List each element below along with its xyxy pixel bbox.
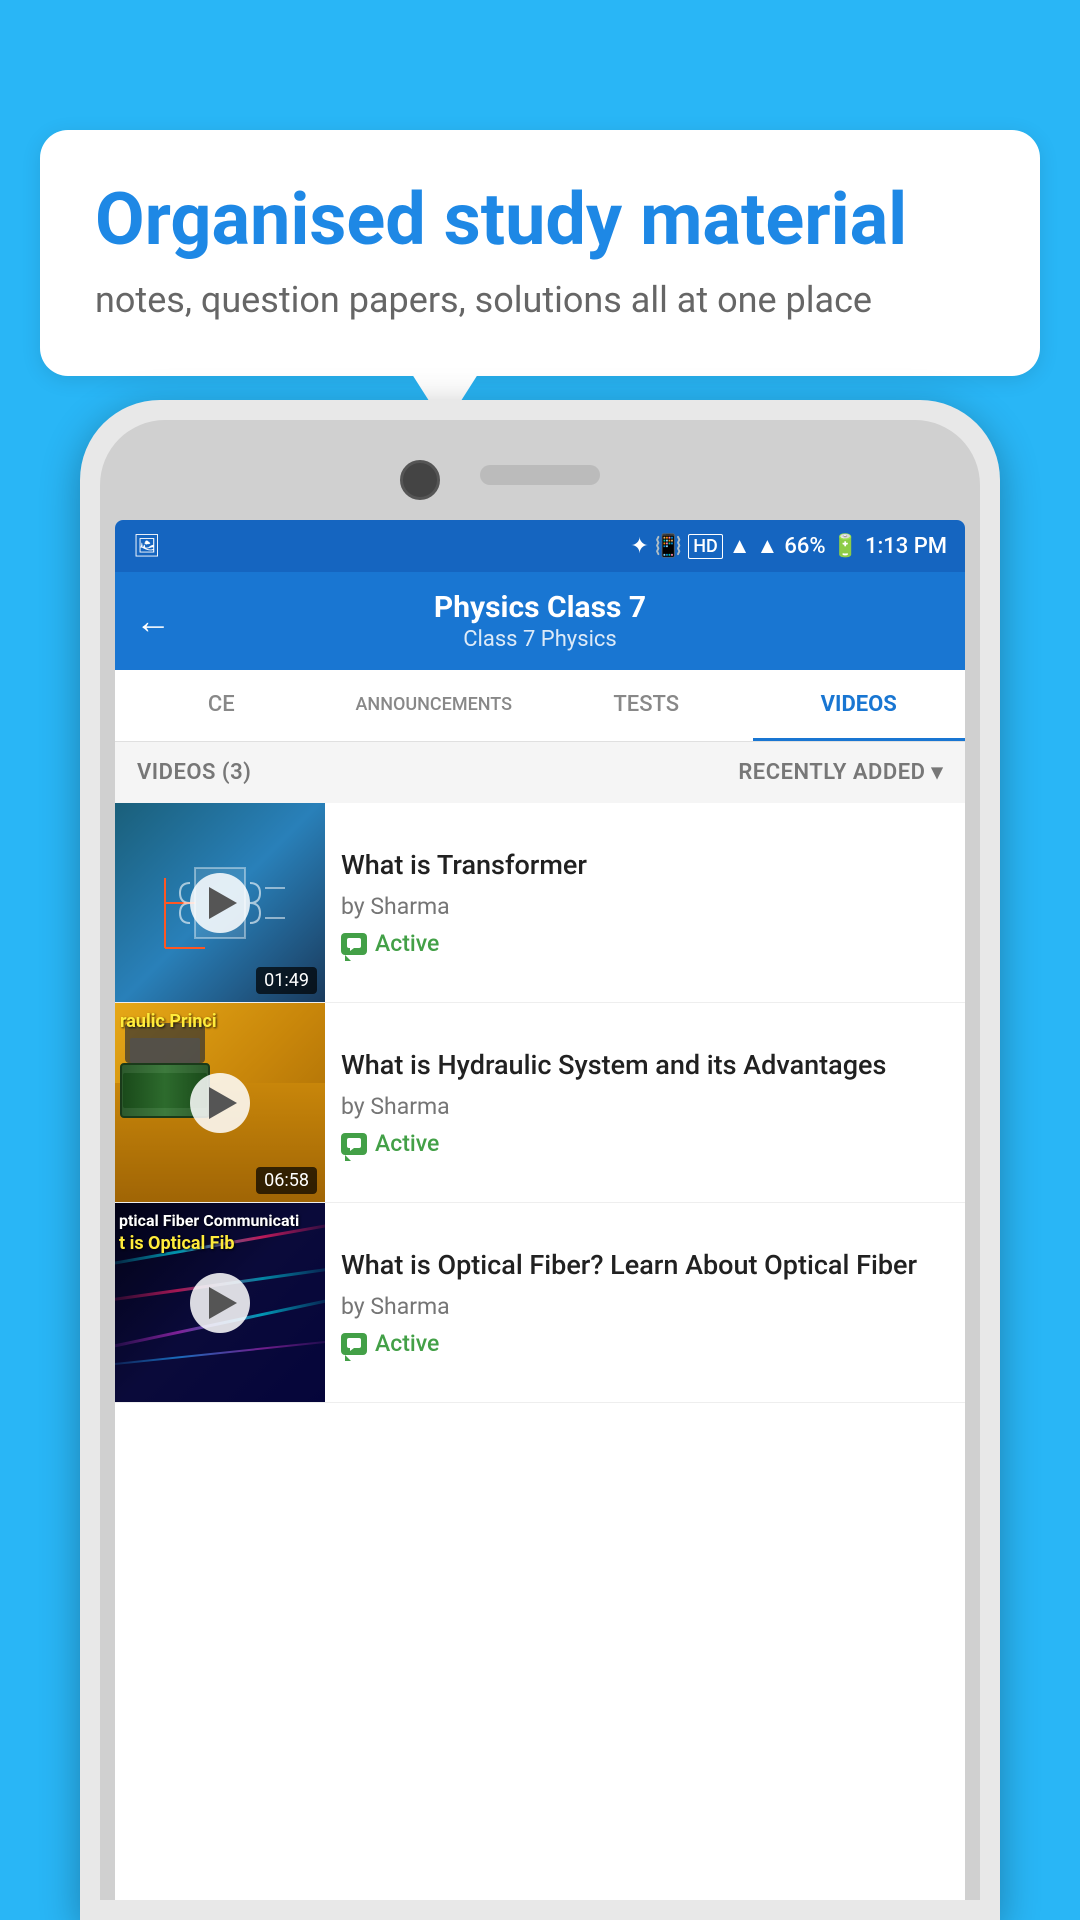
time-display: 1:13 PM bbox=[865, 534, 947, 559]
vibrate-icon: 📳 bbox=[655, 534, 682, 559]
battery-icon: 🔋 bbox=[832, 534, 859, 559]
status-right: ✦ 📳 HD ▲ ▲ 66% 🔋 1:13 PM bbox=[630, 533, 947, 559]
play-button-3[interactable] bbox=[190, 1273, 250, 1333]
chat-svg-2 bbox=[346, 1137, 362, 1151]
page-title: Physics Class 7 bbox=[191, 590, 889, 625]
chevron-down-icon: ▾ bbox=[931, 760, 943, 785]
top-navigation-bar: ← Physics Class 7 Class 7 Physics bbox=[115, 572, 965, 670]
hd-badge: HD bbox=[688, 534, 723, 559]
wifi-icon: ▲ bbox=[729, 533, 751, 559]
status-left: 🖼 bbox=[133, 534, 161, 559]
top-bar-title-area: Physics Class 7 Class 7 Physics bbox=[191, 590, 889, 652]
videos-count: VIDEOS (3) bbox=[137, 760, 251, 785]
videos-header: VIDEOS (3) RECENTLY ADDED ▾ bbox=[115, 742, 965, 803]
video-list: 01:49 What is Transformer by Sharma Acti… bbox=[115, 803, 965, 1403]
thumb-bg-3: ptical Fiber Communicati t is Optical Fi… bbox=[115, 1203, 325, 1402]
active-icon-1 bbox=[341, 933, 367, 955]
breadcrumb: Class 7 Physics bbox=[191, 627, 889, 652]
video-author-1: by Sharma bbox=[341, 893, 949, 920]
video-thumb-1: 01:49 bbox=[115, 803, 325, 1002]
sort-label: RECENTLY ADDED bbox=[738, 760, 925, 785]
video-status-3: Active bbox=[341, 1330, 949, 1357]
phone-mockup: 🖼 ✦ 📳 HD ▲ ▲ 66% 🔋 1:13 PM ← Physics Cla… bbox=[80, 400, 1000, 1920]
video-status-1: Active bbox=[341, 930, 949, 957]
video-author-2: by Sharma bbox=[341, 1093, 949, 1120]
video-item-1[interactable]: 01:49 What is Transformer by Sharma Acti… bbox=[115, 803, 965, 1003]
chat-svg-3 bbox=[346, 1337, 362, 1351]
play-triangle-1 bbox=[209, 887, 237, 919]
notification-icon: 🖼 bbox=[133, 534, 161, 559]
active-label-2: Active bbox=[375, 1130, 439, 1157]
video-info-3: What is Optical Fiber? Learn About Optic… bbox=[325, 1203, 965, 1402]
tab-announcements[interactable]: ANNOUNCEMENTS bbox=[328, 670, 541, 741]
battery-text: 66% bbox=[784, 534, 825, 559]
bluetooth-icon: ✦ bbox=[630, 534, 648, 559]
back-button[interactable]: ← bbox=[135, 603, 171, 639]
tab-bar: CE ANNOUNCEMENTS TESTS VIDEOS bbox=[115, 670, 965, 742]
video-title-3: What is Optical Fiber? Learn About Optic… bbox=[341, 1248, 949, 1283]
video-thumb-3: ptical Fiber Communicati t is Optical Fi… bbox=[115, 1203, 325, 1402]
video-title-2: What is Hydraulic System and its Advanta… bbox=[341, 1048, 949, 1083]
video-info-1: What is Transformer by Sharma Active bbox=[325, 803, 965, 1002]
tab-ce[interactable]: CE bbox=[115, 670, 328, 741]
play-button-2[interactable] bbox=[190, 1073, 250, 1133]
video-author-3: by Sharma bbox=[341, 1293, 949, 1320]
active-label-1: Active bbox=[375, 930, 439, 957]
active-icon-2 bbox=[341, 1133, 367, 1155]
video-info-2: What is Hydraulic System and its Advanta… bbox=[325, 1003, 965, 1202]
video-status-2: Active bbox=[341, 1130, 949, 1157]
video-item-2[interactable]: raulic Princi 06:58 What is Hydraulic Sy… bbox=[115, 1003, 965, 1203]
signal-icon: ▲ bbox=[757, 533, 779, 559]
video-title-1: What is Transformer bbox=[341, 848, 949, 883]
tab-tests[interactable]: TESTS bbox=[540, 670, 753, 741]
speech-bubble: Organised study material notes, question… bbox=[40, 130, 1040, 376]
chat-svg-1 bbox=[346, 937, 362, 951]
play-triangle-3 bbox=[209, 1287, 237, 1319]
hero-subtitle: notes, question papers, solutions all at… bbox=[95, 279, 985, 321]
phone-speaker bbox=[480, 465, 600, 485]
hero-title: Organised study material bbox=[95, 180, 985, 259]
duration-badge-2: 06:58 bbox=[256, 1167, 317, 1194]
play-button-1[interactable] bbox=[190, 873, 250, 933]
play-triangle-2 bbox=[209, 1087, 237, 1119]
duration-badge-1: 01:49 bbox=[256, 967, 317, 994]
sort-button[interactable]: RECENTLY ADDED ▾ bbox=[738, 760, 943, 785]
video-item-3[interactable]: ptical Fiber Communicati t is Optical Fi… bbox=[115, 1203, 965, 1403]
tab-videos[interactable]: VIDEOS bbox=[753, 670, 966, 741]
status-bar: 🖼 ✦ 📳 HD ▲ ▲ 66% 🔋 1:13 PM bbox=[115, 520, 965, 572]
active-label-3: Active bbox=[375, 1330, 439, 1357]
phone-screen: 🖼 ✦ 📳 HD ▲ ▲ 66% 🔋 1:13 PM ← Physics Cla… bbox=[115, 520, 965, 1900]
phone-inner: 🖼 ✦ 📳 HD ▲ ▲ 66% 🔋 1:13 PM ← Physics Cla… bbox=[100, 420, 980, 1900]
active-icon-3 bbox=[341, 1333, 367, 1355]
phone-camera bbox=[400, 460, 440, 500]
video-thumb-2: raulic Princi 06:58 bbox=[115, 1003, 325, 1202]
